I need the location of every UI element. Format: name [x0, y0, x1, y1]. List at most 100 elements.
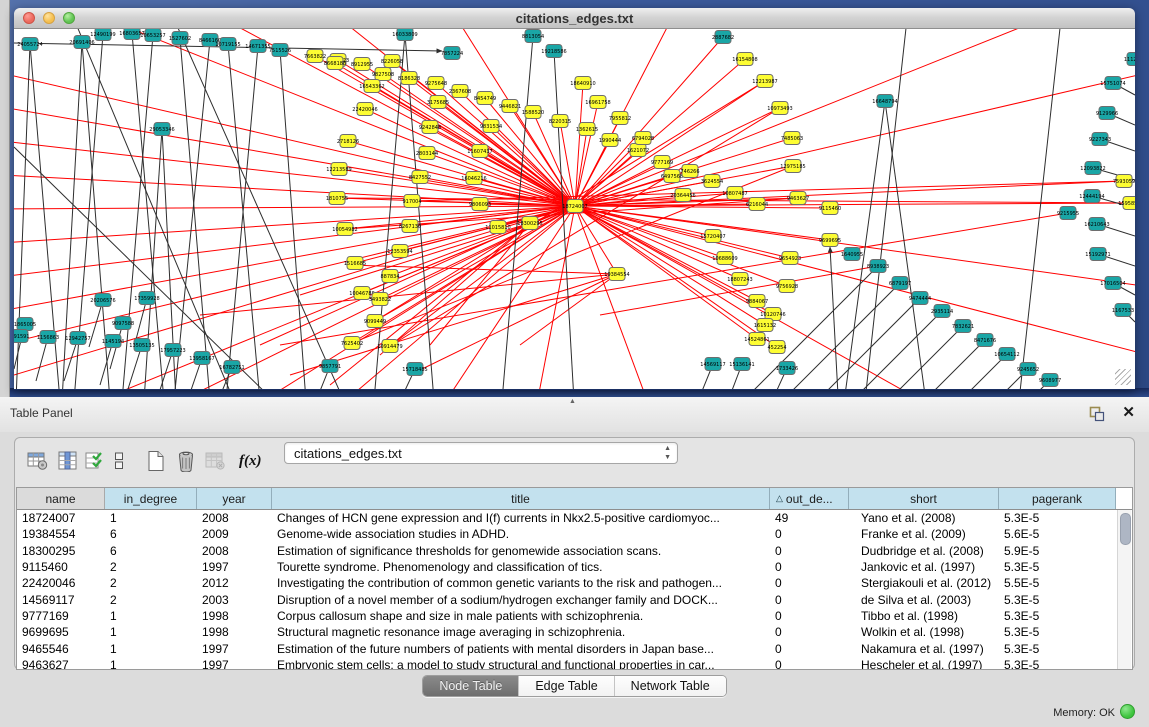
- row-height-icon[interactable]: [107, 448, 131, 474]
- graph-node[interactable]: 452254: [767, 341, 786, 354]
- graph-node[interactable]: 2935114: [931, 305, 953, 318]
- graph-node[interactable]: 9446821: [499, 100, 521, 113]
- graph-node[interactable]: 9827508: [372, 68, 394, 81]
- table-column-icon[interactable]: [53, 448, 83, 474]
- graph-node[interactable]: 1810755: [326, 192, 348, 205]
- tab-edge-table[interactable]: Edge Table: [519, 676, 614, 696]
- graph-node[interactable]: 9777169: [651, 156, 673, 169]
- graph-node[interactable]: 7485063: [781, 132, 803, 145]
- graph-node[interactable]: 1362615: [576, 123, 598, 136]
- graph-node[interactable]: 9275648: [425, 77, 447, 90]
- graph-node[interactable]: 9831534: [480, 120, 502, 133]
- graph-node[interactable]: 9463627: [787, 192, 809, 205]
- graph-node[interactable]: 12975185: [780, 160, 805, 173]
- table-check-icon[interactable]: [83, 448, 107, 474]
- network-window-titlebar[interactable]: citations_edges.txt: [14, 8, 1135, 29]
- graph-node[interactable]: 15720407: [700, 230, 725, 243]
- scrollbar-thumb[interactable]: [1120, 513, 1131, 545]
- column-header-out_de[interactable]: △out_de...: [770, 488, 849, 509]
- column-header-name[interactable]: name: [17, 488, 105, 509]
- graph-node[interactable]: 15718485: [402, 363, 427, 376]
- graph-node[interactable]: 1640955: [841, 248, 863, 261]
- graph-node[interactable]: 1990444: [599, 134, 621, 147]
- table-row[interactable]: 969969511998Structural magnetic resonanc…: [17, 624, 1132, 640]
- table-gear-icon[interactable]: [23, 448, 53, 474]
- graph-node[interactable]: 12942757: [65, 332, 90, 345]
- network-window[interactable]: citations_edges.txt 89601238912955822605…: [14, 8, 1135, 390]
- graph-node[interactable]: 9884067: [746, 295, 768, 308]
- table-vertical-scrollbar[interactable]: [1117, 510, 1131, 670]
- graph-node[interactable]: 16210643: [1084, 218, 1109, 231]
- graph-node[interactable]: 8220315: [549, 115, 571, 128]
- graph-node[interactable]: 8186328: [398, 72, 420, 85]
- graph-node[interactable]: 7515526: [269, 44, 291, 57]
- column-header-title[interactable]: title: [272, 488, 770, 509]
- graph-node[interactable]: 3624554: [701, 175, 723, 188]
- graph-node[interactable]: 12213987: [752, 75, 777, 88]
- graph-node[interactable]: 1865005: [14, 318, 36, 331]
- graph-node[interactable]: 9115460: [819, 202, 841, 215]
- graph-node[interactable]: 9099449: [364, 315, 386, 328]
- graph-node[interactable]: 16961758: [585, 96, 610, 109]
- graph-node[interactable]: 20364456: [670, 189, 695, 202]
- graph-node[interactable]: 2367608: [449, 85, 471, 98]
- graph-node[interactable]: 3493822: [369, 293, 391, 306]
- column-header-in_degree[interactable]: in_degree: [105, 488, 197, 509]
- graph-node[interactable]: 9806093: [469, 198, 491, 211]
- graph-node[interactable]: 1112758: [1124, 53, 1135, 66]
- close-window-button[interactable]: [23, 12, 35, 24]
- graph-node[interactable]: 15192971: [1085, 248, 1110, 261]
- graph-node[interactable]: 12093822: [1080, 162, 1105, 175]
- graph-node[interactable]: 2887682: [712, 31, 734, 44]
- column-header-year[interactable]: year: [197, 488, 272, 509]
- graph-node[interactable]: 887834: [380, 270, 399, 283]
- tab-node-table[interactable]: Node Table: [423, 676, 519, 696]
- canvas-resize-grip[interactable]: [1115, 369, 1131, 385]
- graph-node[interactable]: 1516685: [344, 257, 366, 270]
- graph-node[interactable]: 9654923: [779, 252, 801, 265]
- graph-node[interactable]: 12490199: [90, 29, 115, 41]
- close-panel-icon[interactable]: ✕: [1122, 403, 1135, 421]
- graph-node[interactable]: 8668188: [324, 57, 346, 70]
- graph-node[interactable]: 1156863: [37, 331, 59, 344]
- graph-node[interactable]: 1145194: [102, 335, 124, 348]
- graph-node[interactable]: 7832621: [952, 320, 974, 333]
- graph-node[interactable]: 8471676: [974, 334, 996, 347]
- table-row[interactable]: 911546021997Tourette syndrome. Phenomeno…: [17, 559, 1132, 575]
- table-row[interactable]: 1830029562008Estimation of significance …: [17, 543, 1132, 559]
- graph-node[interactable]: 1167533: [1112, 304, 1134, 317]
- graph-node[interactable]: 9245652: [1017, 363, 1039, 376]
- graph-node[interactable]: 8938923: [867, 260, 889, 273]
- graph-node[interactable]: 14524861: [744, 333, 769, 346]
- table-row[interactable]: 977716911998Corpus callosum shape and si…: [17, 608, 1132, 624]
- graph-node[interactable]: 6879197: [889, 277, 911, 290]
- graph-node[interactable]: 917004: [402, 195, 421, 208]
- graph-node[interactable]: 1588520: [522, 106, 544, 119]
- graph-node[interactable]: 14671355: [245, 40, 270, 53]
- graph-node[interactable]: 7857224: [441, 47, 463, 60]
- graph-node[interactable]: 17957223: [160, 344, 185, 357]
- graph-node[interactable]: 14569117: [700, 358, 725, 371]
- column-header-short[interactable]: short: [849, 488, 999, 509]
- graph-node[interactable]: 746266: [680, 165, 699, 178]
- graph-node[interactable]: 9129966: [1096, 107, 1118, 120]
- graph-node[interactable]: 10807487: [722, 187, 747, 200]
- graph-node[interactable]: 8226058: [381, 55, 403, 68]
- column-header-pagerank[interactable]: pagerank: [999, 488, 1116, 509]
- network-canvas[interactable]: 8960123891295582260589827508818632816543…: [14, 29, 1135, 389]
- graph-node[interactable]: 9215955: [1057, 207, 1079, 220]
- graph-node[interactable]: 7625402: [341, 337, 363, 350]
- graph-node[interactable]: 1527602: [169, 32, 191, 45]
- graph-node[interactable]: 8267130: [399, 220, 421, 233]
- table-row[interactable]: 1938455462009Genome-wide association stu…: [17, 526, 1132, 542]
- graph-node[interactable]: 9699695: [819, 234, 841, 247]
- graph-node[interactable]: 3175685: [427, 96, 449, 109]
- graph-node[interactable]: 18640910: [570, 77, 595, 90]
- new-file-icon[interactable]: [141, 448, 171, 474]
- graph-node[interactable]: 19218586: [541, 45, 566, 58]
- graph-node[interactable]: 8454749: [474, 92, 496, 105]
- graph-node[interactable]: 6216044: [746, 198, 768, 211]
- zoom-window-button[interactable]: [63, 12, 75, 24]
- graph-node[interactable]: 7593059: [1113, 175, 1135, 188]
- tab-network-table[interactable]: Network Table: [615, 676, 726, 696]
